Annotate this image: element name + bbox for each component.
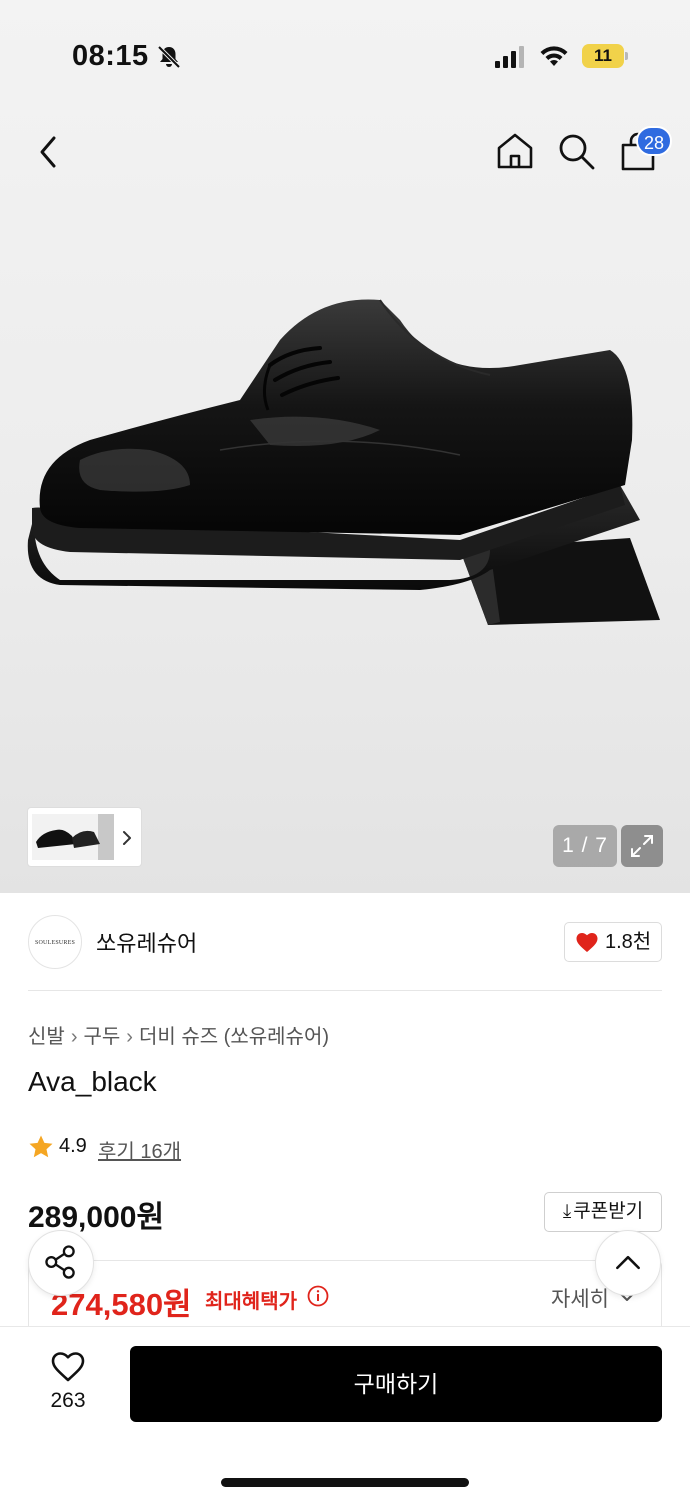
- breadcrumb-level2[interactable]: 구두: [83, 1026, 120, 1048]
- breadcrumb: 신발 › 구두 › 더비 슈즈 (쏘유레슈어): [28, 1020, 329, 1049]
- product-title: Ava_black: [28, 1066, 157, 1097]
- scroll-top-icon[interactable]: [595, 1230, 661, 1296]
- home-indicator: [221, 1478, 469, 1487]
- detail-toggle-label[interactable]: 자세히: [551, 1283, 609, 1313]
- battery-icon: 11: [582, 44, 628, 68]
- breadcrumb-level3[interactable]: 더비 슈즈 (쏘유레슈어): [139, 1026, 329, 1048]
- brand-like-button[interactable]: 1.8천: [564, 922, 662, 962]
- chevron-right-icon: ›: [70, 1026, 78, 1048]
- download-icon: ⤓: [562, 1201, 572, 1222]
- review-link[interactable]: 후기 16개: [98, 1135, 181, 1164]
- divider: [28, 990, 662, 991]
- breadcrumb-level1[interactable]: 신발: [28, 1026, 65, 1048]
- thumbnail-image[interactable]: [32, 814, 114, 860]
- home-icon[interactable]: [494, 130, 536, 172]
- benefit-label: 최대혜택가: [205, 1291, 297, 1313]
- back-arrow-icon[interactable]: [30, 128, 68, 176]
- share-icon[interactable]: [28, 1230, 94, 1296]
- buy-button[interactable]: 구매하기: [130, 1346, 662, 1422]
- chevron-right-icon[interactable]: [118, 828, 136, 848]
- status-bar: 08:15 11: [0, 0, 690, 110]
- cart-count-badge: 28: [636, 126, 673, 156]
- brand-like-count: 1.8천: [605, 931, 652, 953]
- bell-off-icon: [157, 45, 181, 69]
- expand-icon[interactable]: [621, 825, 663, 867]
- brand-logo[interactable]: SOULESURES: [28, 915, 82, 969]
- heart-filled-icon: [576, 933, 598, 952]
- heart-outline-icon[interactable]: [50, 1351, 86, 1383]
- chevron-right-icon: ›: [126, 1026, 133, 1048]
- brand-name[interactable]: 쏘유레슈어: [96, 926, 197, 958]
- info-icon[interactable]: [307, 1285, 329, 1307]
- cellular-signal-icon: [495, 46, 524, 68]
- search-icon[interactable]: [556, 130, 596, 172]
- battery-level: 11: [594, 46, 612, 65]
- wish-count: 263: [50, 1389, 86, 1412]
- status-time: 08:15: [72, 40, 149, 72]
- image-page-counter: 1 / 7: [553, 825, 617, 867]
- wifi-icon: [540, 46, 568, 66]
- product-price: 289,000원: [28, 1201, 165, 1234]
- coupon-label: 쿠폰받기: [573, 1201, 644, 1222]
- star-icon: [29, 1135, 53, 1158]
- coupon-button[interactable]: ⤓ 쿠폰받기: [544, 1192, 662, 1232]
- product-image[interactable]: [20, 280, 680, 630]
- bottom-action-bar: 263 구매하기: [0, 1326, 690, 1500]
- rating-value: 4.9: [59, 1135, 87, 1157]
